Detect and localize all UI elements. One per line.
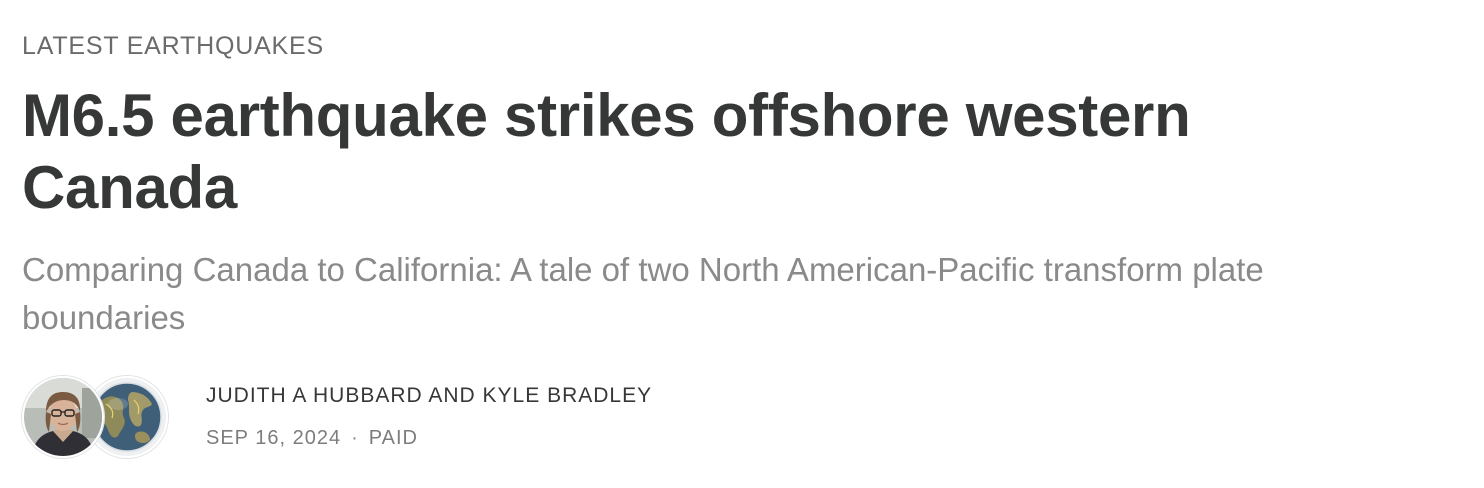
person-portrait-icon xyxy=(24,378,102,456)
post-title: M6.5 earthquake strikes offshore western… xyxy=(22,82,1191,221)
byline-meta: JUDITH A HUBBARD AND KYLE BRADLEY SEP 16… xyxy=(206,383,652,451)
author-names-link[interactable]: JUDITH A HUBBARD AND KYLE BRADLEY xyxy=(206,383,652,409)
author-photo-avatar[interactable] xyxy=(22,376,104,458)
post-dateline: SEP 16, 2024 · PAID xyxy=(206,425,652,451)
post-date: SEP 16, 2024 xyxy=(206,427,342,449)
author-avatars xyxy=(22,376,172,458)
access-badge: PAID xyxy=(368,427,418,449)
separator-dot: · xyxy=(351,427,359,449)
section-label-link[interactable]: LATEST EARTHQUAKES xyxy=(22,30,324,62)
post-header: LATEST EARTHQUAKES M6.5 earthquake strik… xyxy=(22,30,1442,458)
byline: JUDITH A HUBBARD AND KYLE BRADLEY SEP 16… xyxy=(22,376,1442,458)
post-subtitle: Comparing Canada to California: A tale o… xyxy=(22,251,1264,336)
